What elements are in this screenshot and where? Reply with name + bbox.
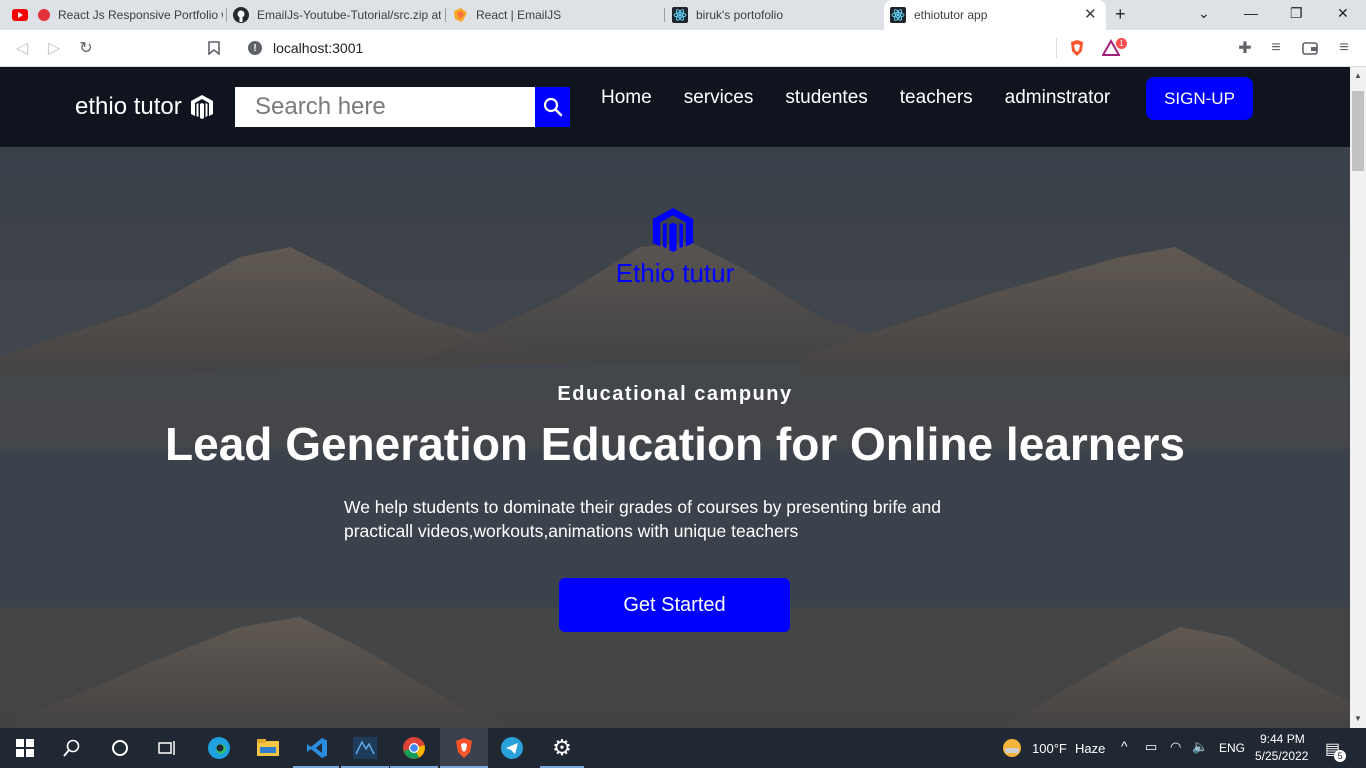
menu-icon[interactable]: ≡ bbox=[1335, 39, 1353, 57]
brave-browser-icon[interactable] bbox=[452, 736, 476, 760]
browser-tab[interactable]: React Js Responsive Portfolio w bbox=[6, 0, 226, 30]
page-viewport: ethio tutor Home services studentes teac… bbox=[0, 67, 1350, 728]
hero-headline: Lead Generation Education for Online lea… bbox=[165, 418, 1185, 470]
logo-icon bbox=[190, 95, 213, 119]
browser-tab[interactable]: EmailJs-Youtube-Tutorial/src.zip at bbox=[227, 0, 445, 30]
reload-icon[interactable]: ↻ bbox=[77, 39, 95, 57]
get-started-button[interactable]: Get Started bbox=[559, 578, 790, 632]
language-indicator[interactable]: ENG bbox=[1219, 741, 1245, 755]
bookmark-icon[interactable] bbox=[205, 39, 223, 57]
back-icon[interactable]: ◁ bbox=[13, 39, 31, 57]
edge-icon[interactable] bbox=[207, 736, 231, 760]
weather-icon[interactable] bbox=[1000, 736, 1024, 760]
github-icon bbox=[233, 7, 249, 23]
tab-label: ethiotutor app bbox=[914, 8, 988, 22]
chevron-down-icon[interactable]: ⌄ bbox=[1198, 5, 1210, 22]
site-navbar: ethio tutor Home services studentes teac… bbox=[0, 67, 1350, 147]
clock-time[interactable]: 9:44 PM bbox=[1260, 732, 1305, 746]
forward-icon[interactable]: ▷ bbox=[45, 39, 63, 57]
emailjs-icon bbox=[452, 7, 468, 23]
scroll-up-icon[interactable]: ▲ bbox=[1354, 71, 1362, 80]
cortana-icon[interactable] bbox=[108, 736, 132, 760]
minimize-icon[interactable]: — bbox=[1244, 5, 1258, 21]
mysql-workbench-icon[interactable] bbox=[353, 736, 377, 760]
extensions-icon[interactable]: ✚ bbox=[1236, 39, 1254, 57]
chevron-up-icon[interactable]: ^ bbox=[1121, 738, 1128, 754]
browser-tab-active[interactable]: ethiotutor app ✕ bbox=[884, 0, 1106, 30]
search-icon[interactable] bbox=[60, 736, 84, 760]
page-scrollbar[interactable]: ▲ ▼ bbox=[1350, 67, 1366, 728]
search-button[interactable] bbox=[535, 87, 570, 127]
volume-icon[interactable]: 🔈 bbox=[1192, 739, 1208, 755]
tab-label: React | EmailJS bbox=[476, 8, 562, 22]
hero-logo-text: Ethio tutur bbox=[615, 258, 735, 288]
weather-temperature: 100°F bbox=[1032, 741, 1067, 756]
chrome-icon[interactable] bbox=[402, 736, 426, 760]
scroll-down-icon[interactable]: ▼ bbox=[1354, 714, 1362, 723]
wallet-icon[interactable] bbox=[1301, 39, 1319, 57]
react-icon bbox=[672, 7, 688, 23]
info-icon[interactable]: ! bbox=[248, 41, 262, 55]
browser-tab-strip: React Js Responsive Portfolio w EmailJs-… bbox=[0, 0, 1366, 30]
rewards-badge: 1 bbox=[1116, 38, 1127, 49]
close-tab-icon[interactable]: ✕ bbox=[1084, 7, 1097, 23]
wifi-icon[interactable]: ◠ bbox=[1170, 739, 1181, 755]
nav-link-home[interactable]: Home bbox=[601, 87, 652, 109]
nav-link-services[interactable]: services bbox=[684, 87, 754, 109]
ethio-tutor-logo-icon bbox=[652, 208, 694, 252]
windows-taskbar: ⚙ 100°F Haze ^ ▭ ◠ 🔈 ENG 9:44 PM 5/25/20… bbox=[0, 728, 1366, 768]
scrollbar-thumb[interactable] bbox=[1352, 91, 1364, 171]
browser-tab[interactable]: React | EmailJS bbox=[446, 0, 664, 30]
clock-date[interactable]: 5/25/2022 bbox=[1255, 749, 1308, 763]
search-input[interactable] bbox=[235, 87, 535, 127]
signup-button[interactable]: SIGN-UP bbox=[1146, 77, 1253, 120]
nav-link-teachers[interactable]: teachers bbox=[900, 87, 973, 109]
youtube-icon bbox=[12, 7, 28, 23]
hero-eyebrow: Educational campuny bbox=[557, 383, 793, 405]
file-explorer-icon[interactable] bbox=[256, 736, 280, 760]
notification-count: 5 bbox=[1334, 750, 1346, 762]
media-queue-icon[interactable]: ≡ bbox=[1267, 39, 1285, 57]
browser-tab[interactable]: biruk's portofolio bbox=[666, 0, 882, 30]
react-icon bbox=[890, 7, 906, 23]
windows-start-icon[interactable] bbox=[13, 736, 37, 760]
hero-section: Ethio tutur Educational campuny Lead Gen… bbox=[0, 147, 1350, 728]
brand[interactable]: ethio tutor bbox=[75, 93, 214, 121]
new-tab-icon[interactable]: + bbox=[1115, 4, 1126, 25]
maximize-icon[interactable]: ❐ bbox=[1290, 5, 1303, 22]
nav-link-administrator[interactable]: adminstrator bbox=[1005, 87, 1111, 109]
tab-label: biruk's portofolio bbox=[696, 8, 783, 22]
settings-gear-icon[interactable]: ⚙ bbox=[550, 735, 574, 760]
weather-description: Haze bbox=[1075, 741, 1106, 756]
tab-label: EmailJs-Youtube-Tutorial/src.zip at bbox=[257, 8, 441, 22]
url-text: localhost:3001 bbox=[273, 40, 364, 56]
telegram-icon[interactable] bbox=[500, 736, 524, 760]
search-icon bbox=[543, 97, 562, 117]
recording-dot-icon bbox=[36, 7, 52, 23]
browser-toolbar: ◁ ▷ ↻ ! localhost:3001 1 ✚ ≡ ≡ bbox=[0, 30, 1366, 67]
nav-links: Home services studentes teachers adminst… bbox=[601, 87, 1110, 109]
task-view-icon[interactable] bbox=[156, 736, 180, 760]
brand-name: ethio tutor bbox=[75, 93, 182, 120]
battery-icon[interactable]: ▭ bbox=[1145, 739, 1157, 755]
hero-description: We help students to dominate their grade… bbox=[344, 497, 941, 541]
brave-shield-icon[interactable] bbox=[1068, 39, 1086, 57]
tab-label: React Js Responsive Portfolio w bbox=[58, 8, 223, 22]
nav-link-students[interactable]: studentes bbox=[785, 87, 867, 109]
address-bar[interactable]: ! localhost:3001 bbox=[237, 34, 1129, 62]
vscode-icon[interactable] bbox=[305, 736, 329, 760]
close-window-icon[interactable]: ✕ bbox=[1337, 5, 1349, 22]
